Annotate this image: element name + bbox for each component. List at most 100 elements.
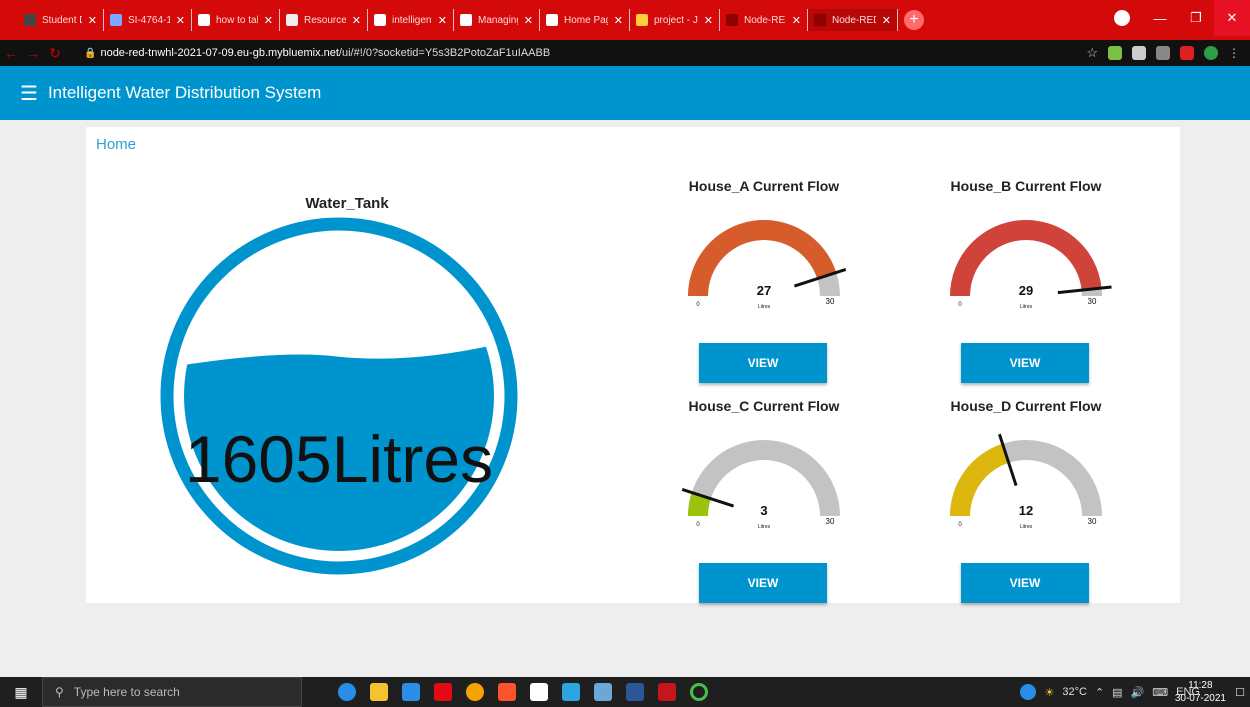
close-tab-icon[interactable]: ✕ <box>524 14 533 27</box>
browser-menu-icon[interactable]: ⋮ <box>1228 46 1240 60</box>
new-tab-button[interactable]: + <box>904 10 924 30</box>
url-host: node-red-tnwhl-2021-07-09.eu-gb.mybluemi… <box>100 47 339 59</box>
mail-icon[interactable] <box>402 683 420 701</box>
amazon-icon[interactable] <box>530 683 548 701</box>
edge-icon[interactable] <box>338 683 356 701</box>
windows-start-icon[interactable]: ▦ <box>0 677 42 707</box>
photos-icon[interactable] <box>562 683 580 701</box>
breadcrumb[interactable]: Home <box>96 136 136 153</box>
lock-icon: 🔒 <box>84 47 97 59</box>
extension-icon[interactable] <box>1108 46 1122 60</box>
browser-tab-title: SI-4764-161 <box>128 14 170 26</box>
url-path: /ui/#!/0?socketid=Y5s3B2PotoZaF1uIAABB <box>338 47 551 59</box>
taskbar-search[interactable]: ⚲ Type here to search <box>42 677 302 707</box>
gauge-value: 3 <box>760 503 767 518</box>
node-red-icon <box>726 14 738 26</box>
browser-tab[interactable]: Managing ✕ <box>454 9 540 31</box>
chrome-icon[interactable] <box>466 683 484 701</box>
minimize-button[interactable]: — <box>1142 0 1178 36</box>
back-icon[interactable]: ← <box>0 45 22 61</box>
gauge-units: Litres <box>758 304 771 310</box>
clock-date: 30-07-2021 <box>1174 693 1226 704</box>
window-controls: — ❐ ✕ <box>1102 0 1250 36</box>
gauge-title: House_D Current Flow <box>950 398 1102 414</box>
browser-tab[interactable]: how to take ✕ <box>192 9 280 31</box>
google-icon <box>374 14 386 26</box>
close-tab-icon[interactable]: ✕ <box>704 14 713 27</box>
browser-tab[interactable]: project - Ju ✕ <box>630 9 720 31</box>
help-icon[interactable] <box>1020 684 1037 700</box>
gauge-min-label: 0 <box>958 522 962 528</box>
acrobat-icon[interactable] <box>658 683 676 701</box>
close-tab-icon[interactable]: ✕ <box>882 14 891 27</box>
browser-tab[interactable]: Node-RED ✕ <box>808 9 898 31</box>
close-window-button[interactable]: ✕ <box>1214 0 1250 36</box>
view-button[interactable]: VIEW <box>699 343 827 383</box>
close-tab-icon[interactable]: ✕ <box>792 14 801 27</box>
menu-icon[interactable]: ☰ <box>20 81 38 106</box>
view-button[interactable]: VIEW <box>699 563 827 603</box>
browser-tab[interactable]: Home Page ✕ <box>540 9 630 31</box>
clock-time: 11:28 <box>1188 680 1213 691</box>
word-icon[interactable] <box>626 683 644 701</box>
bookmark-star-icon[interactable]: ☆ <box>1086 45 1098 61</box>
network-icon[interactable]: ▤ <box>1112 686 1122 699</box>
browser-tab[interactable]: SI-4764-161 ✕ <box>104 9 192 31</box>
notebook-icon <box>636 14 648 26</box>
maximize-button[interactable]: ❐ <box>1178 0 1214 36</box>
close-tab-icon[interactable]: ✕ <box>352 14 361 27</box>
gauge: 29 Litres 0 30 <box>950 220 1112 310</box>
view-button[interactable]: VIEW <box>961 563 1089 603</box>
gauge-card-house-c: House_C Current Flow 3 Litres 0 30 VIEW <box>659 396 869 611</box>
weather-temp[interactable]: 32°C <box>1062 686 1087 698</box>
file-explorer-icon[interactable] <box>370 683 388 701</box>
browser-tab-title: intelligent <box>392 14 432 26</box>
netflix-icon[interactable] <box>434 683 452 701</box>
notification-icon[interactable]: □ <box>1236 684 1244 699</box>
extension-icon[interactable] <box>1180 46 1194 60</box>
gauge: 27 Litres 0 30 <box>688 220 847 310</box>
close-tab-icon[interactable]: ✕ <box>614 14 623 27</box>
browser-tab[interactable]: Node-RED ✕ <box>720 9 808 31</box>
gauge-card-house-a: House_A Current Flow 27 Litres 0 30 VIEW <box>659 176 869 391</box>
gauge-title: House_B Current Flow <box>950 178 1102 194</box>
view-button[interactable]: VIEW <box>961 343 1089 383</box>
notes-icon[interactable] <box>594 683 612 701</box>
avatar[interactable] <box>1204 46 1218 60</box>
keyboard-icon[interactable]: ⌨ <box>1152 686 1168 699</box>
browser-tab[interactable]: Resource li ✕ <box>280 9 368 31</box>
extension-icon[interactable] <box>1156 46 1170 60</box>
node-red-icon <box>814 14 826 26</box>
browser-tab-title: project - Ju <box>654 14 698 26</box>
browser-tab[interactable]: intelligent ✕ <box>368 9 454 31</box>
reload-icon[interactable]: ↻ <box>44 45 66 62</box>
gauge-min-label: 0 <box>696 522 700 528</box>
forward-icon[interactable]: → <box>22 45 44 61</box>
github-icon <box>24 14 36 26</box>
gauge-value: 27 <box>757 283 771 298</box>
url-field[interactable]: node-red-tnwhl-2021-07-09.eu-gb.mybluemi… <box>100 47 550 59</box>
page-title: Intelligent Water Distribution System <box>47 83 322 102</box>
close-tab-icon[interactable]: ✕ <box>438 14 447 27</box>
browser-tab-title: how to take <box>216 14 258 26</box>
gauge-units: Litres <box>1020 524 1033 530</box>
close-tab-icon[interactable]: ✕ <box>176 14 185 27</box>
gauge-max-label: 30 <box>826 297 835 306</box>
volume-icon[interactable]: 🔊 <box>1131 686 1145 699</box>
browser-tab[interactable]: Student Da ✕ <box>18 9 104 31</box>
extension-icon[interactable] <box>1132 46 1146 60</box>
brave-icon[interactable] <box>498 683 516 701</box>
gauge-value: 12 <box>1019 503 1033 518</box>
gauge: 12 Litres 0 30 <box>950 433 1102 530</box>
extension-icons: ☆ ⋮ <box>1086 45 1240 61</box>
profile-icon[interactable] <box>1102 0 1142 36</box>
weather-icon[interactable]: ☀ <box>1044 686 1054 699</box>
close-tab-icon[interactable]: ✕ <box>264 14 273 27</box>
gauge-value: 29 <box>1019 283 1033 298</box>
close-tab-icon[interactable]: ✕ <box>88 14 97 27</box>
gauge-max-label: 30 <box>1088 517 1097 526</box>
sync-icon[interactable] <box>690 683 708 701</box>
tray-chevron-icon[interactable]: ⌃ <box>1095 686 1104 699</box>
clock[interactable]: 11:28 30-07-2021 <box>1175 679 1226 705</box>
gauge-min-label: 0 <box>958 302 962 308</box>
